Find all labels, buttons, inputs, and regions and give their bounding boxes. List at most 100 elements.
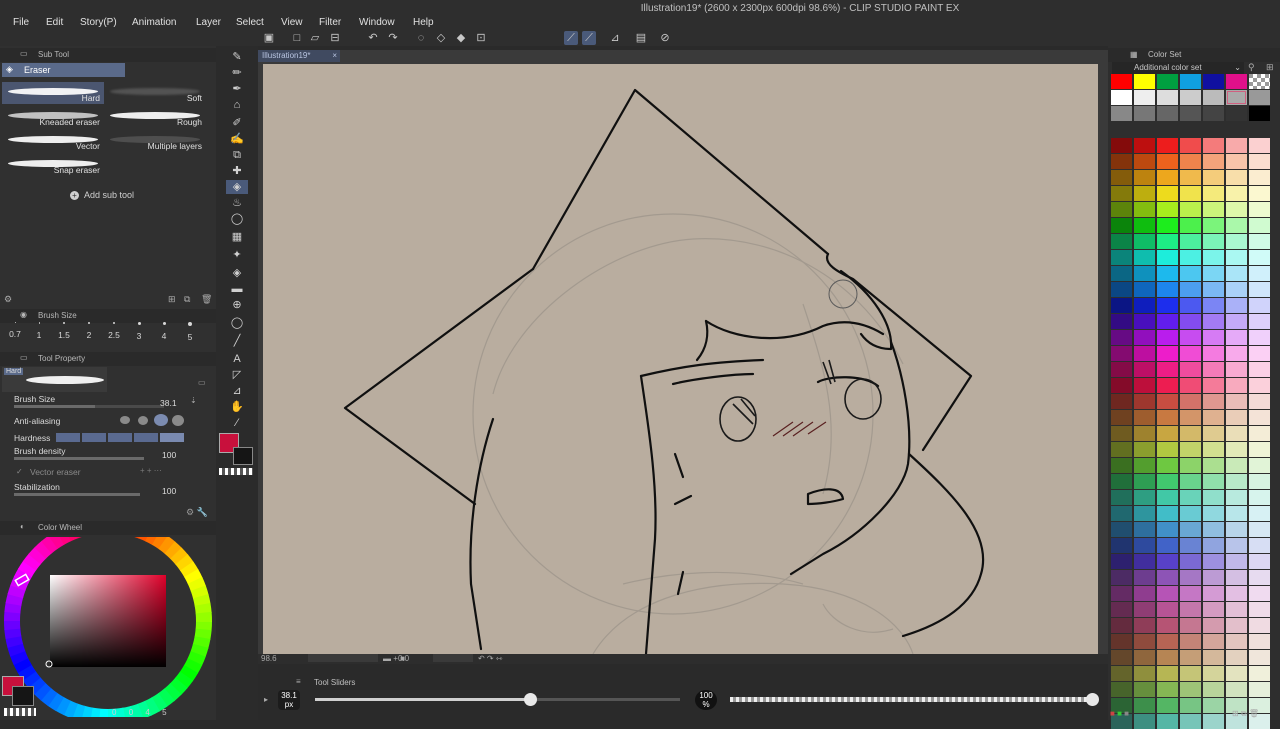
color-swatch[interactable] bbox=[1180, 666, 1201, 681]
color-swatch[interactable] bbox=[1226, 410, 1247, 425]
color-swatch[interactable] bbox=[1111, 106, 1132, 121]
ellipse-tool-icon[interactable]: ◯ bbox=[226, 316, 248, 330]
color-swatch[interactable] bbox=[1203, 458, 1224, 473]
color-swatch[interactable] bbox=[1249, 90, 1270, 105]
color-set-dropdown[interactable]: Additional color set ⌄ bbox=[1112, 62, 1244, 74]
color-swatch[interactable] bbox=[1134, 186, 1155, 201]
color-swatch[interactable] bbox=[1249, 298, 1270, 313]
settings-icon[interactable]: ⊘ bbox=[658, 31, 672, 45]
color-swatch[interactable] bbox=[1203, 170, 1224, 185]
color-swatch[interactable] bbox=[1226, 554, 1247, 569]
color-swatch[interactable] bbox=[1157, 202, 1178, 217]
menu-select[interactable]: Select bbox=[236, 17, 264, 28]
color-swatch[interactable] bbox=[1249, 538, 1270, 553]
color-swatch[interactable] bbox=[1180, 490, 1201, 505]
color-swatch[interactable] bbox=[1157, 90, 1178, 105]
brush-size-dropdown-icon[interactable]: ⇣ bbox=[190, 396, 197, 405]
color-swatch[interactable] bbox=[1111, 538, 1132, 553]
color-swatch[interactable] bbox=[1249, 618, 1270, 633]
color-swatch[interactable] bbox=[1203, 218, 1224, 233]
color-swatch[interactable] bbox=[1180, 330, 1201, 345]
color-swatch[interactable] bbox=[1180, 570, 1201, 585]
lock-icon[interactable]: ▭ bbox=[198, 378, 206, 387]
color-swatch[interactable] bbox=[1226, 474, 1247, 489]
color-swatch[interactable] bbox=[1157, 602, 1178, 617]
color-swatch[interactable] bbox=[1157, 314, 1178, 329]
size-preset[interactable]: 1.5 bbox=[53, 322, 75, 340]
color-swatch[interactable] bbox=[1157, 346, 1178, 361]
color-swatch[interactable] bbox=[1203, 106, 1224, 121]
menu-file[interactable]: File bbox=[13, 17, 29, 28]
size-preset[interactable]: 4 bbox=[153, 322, 175, 341]
color-swatch[interactable] bbox=[1134, 346, 1155, 361]
color-swatch[interactable] bbox=[1203, 330, 1224, 345]
angle-value[interactable]: 0.0 bbox=[398, 654, 409, 663]
color-swatch[interactable] bbox=[1226, 186, 1247, 201]
angle-slider[interactable] bbox=[433, 654, 473, 662]
color-swatch[interactable] bbox=[1203, 138, 1224, 153]
color-swatch[interactable] bbox=[1157, 186, 1178, 201]
color-swatch[interactable] bbox=[1134, 106, 1155, 121]
fill-tool-icon[interactable]: ◈ bbox=[226, 266, 248, 280]
color-swatch[interactable] bbox=[1111, 346, 1132, 361]
canvas-icon[interactable]: ▣ bbox=[262, 31, 276, 45]
color-swatch[interactable] bbox=[1134, 74, 1155, 89]
sub-tool-settings-icon[interactable]: ⚙ bbox=[4, 294, 12, 305]
color-swatch[interactable] bbox=[1180, 586, 1201, 601]
color-swatch[interactable] bbox=[1134, 570, 1155, 585]
color-swatch[interactable] bbox=[1157, 106, 1178, 121]
lasso-select-icon[interactable]: ◌ bbox=[414, 31, 428, 45]
color-swatch[interactable] bbox=[1249, 138, 1270, 153]
redo-icon[interactable]: ↷ bbox=[386, 31, 400, 45]
color-swatch[interactable] bbox=[1249, 170, 1270, 185]
color-swatch[interactable] bbox=[1180, 682, 1201, 697]
color-wheel[interactable] bbox=[4, 537, 214, 717]
color-swatch[interactable] bbox=[1134, 554, 1155, 569]
brush-density-value[interactable]: 100 bbox=[162, 450, 176, 460]
color-swatch[interactable] bbox=[1180, 362, 1201, 377]
aa-strong-icon[interactable] bbox=[172, 415, 184, 426]
color-swatch[interactable] bbox=[1203, 634, 1224, 649]
color-swatch[interactable] bbox=[1134, 426, 1155, 441]
brush-tool-icon[interactable]: ✒ bbox=[226, 82, 248, 96]
color-swatch[interactable] bbox=[1111, 586, 1132, 601]
color-swatch[interactable] bbox=[1157, 570, 1178, 585]
color-swatch[interactable] bbox=[1134, 602, 1155, 617]
color-swatch[interactable] bbox=[1111, 554, 1132, 569]
color-swatch[interactable] bbox=[1203, 282, 1224, 297]
color-swatch[interactable] bbox=[1180, 74, 1201, 89]
color-swatch[interactable] bbox=[1203, 682, 1224, 697]
color-swatch[interactable] bbox=[1226, 538, 1247, 553]
color-swatch[interactable] bbox=[1203, 74, 1224, 89]
color-swatch[interactable] bbox=[1157, 490, 1178, 505]
pencil-tool-icon[interactable]: ✏ bbox=[226, 66, 248, 80]
tool-preset-preview[interactable]: Hard bbox=[2, 367, 107, 392]
color-swatch[interactable] bbox=[1180, 522, 1201, 537]
color-swatch[interactable] bbox=[1157, 378, 1178, 393]
color-swatch[interactable] bbox=[1249, 282, 1270, 297]
color-swatch[interactable] bbox=[1226, 586, 1247, 601]
color-swatch[interactable] bbox=[1180, 106, 1201, 121]
color-swatch[interactable] bbox=[1226, 442, 1247, 457]
line-tool-icon[interactable]: ╱ bbox=[226, 334, 248, 348]
color-swatch[interactable] bbox=[1134, 506, 1155, 521]
color-swatch[interactable] bbox=[1157, 218, 1178, 233]
copy-sub-tool-icon[interactable]: ⊞ bbox=[168, 294, 176, 305]
color-swatch[interactable] bbox=[1203, 186, 1224, 201]
color-swatch[interactable] bbox=[1203, 666, 1224, 681]
canvas-tab[interactable]: Illustration19* × bbox=[258, 50, 340, 62]
brush-density-slider[interactable] bbox=[14, 457, 144, 460]
color-swatch[interactable] bbox=[1226, 458, 1247, 473]
color-swatch[interactable] bbox=[1111, 266, 1132, 281]
color-swatch[interactable] bbox=[1111, 250, 1132, 265]
color-swatch[interactable] bbox=[1180, 202, 1201, 217]
sub-color-swatch[interactable] bbox=[12, 686, 34, 706]
size-preset[interactable]: 5 bbox=[179, 322, 201, 342]
color-swatch[interactable] bbox=[1203, 490, 1224, 505]
menu-story[interactable]: Story(P) bbox=[80, 17, 117, 28]
brush-soft[interactable]: Soft bbox=[104, 82, 206, 104]
brush-rough[interactable]: Rough bbox=[104, 106, 206, 128]
color-swatch[interactable] bbox=[1111, 666, 1132, 681]
color-swatch[interactable] bbox=[1134, 298, 1155, 313]
color-swatch[interactable] bbox=[1203, 714, 1224, 729]
